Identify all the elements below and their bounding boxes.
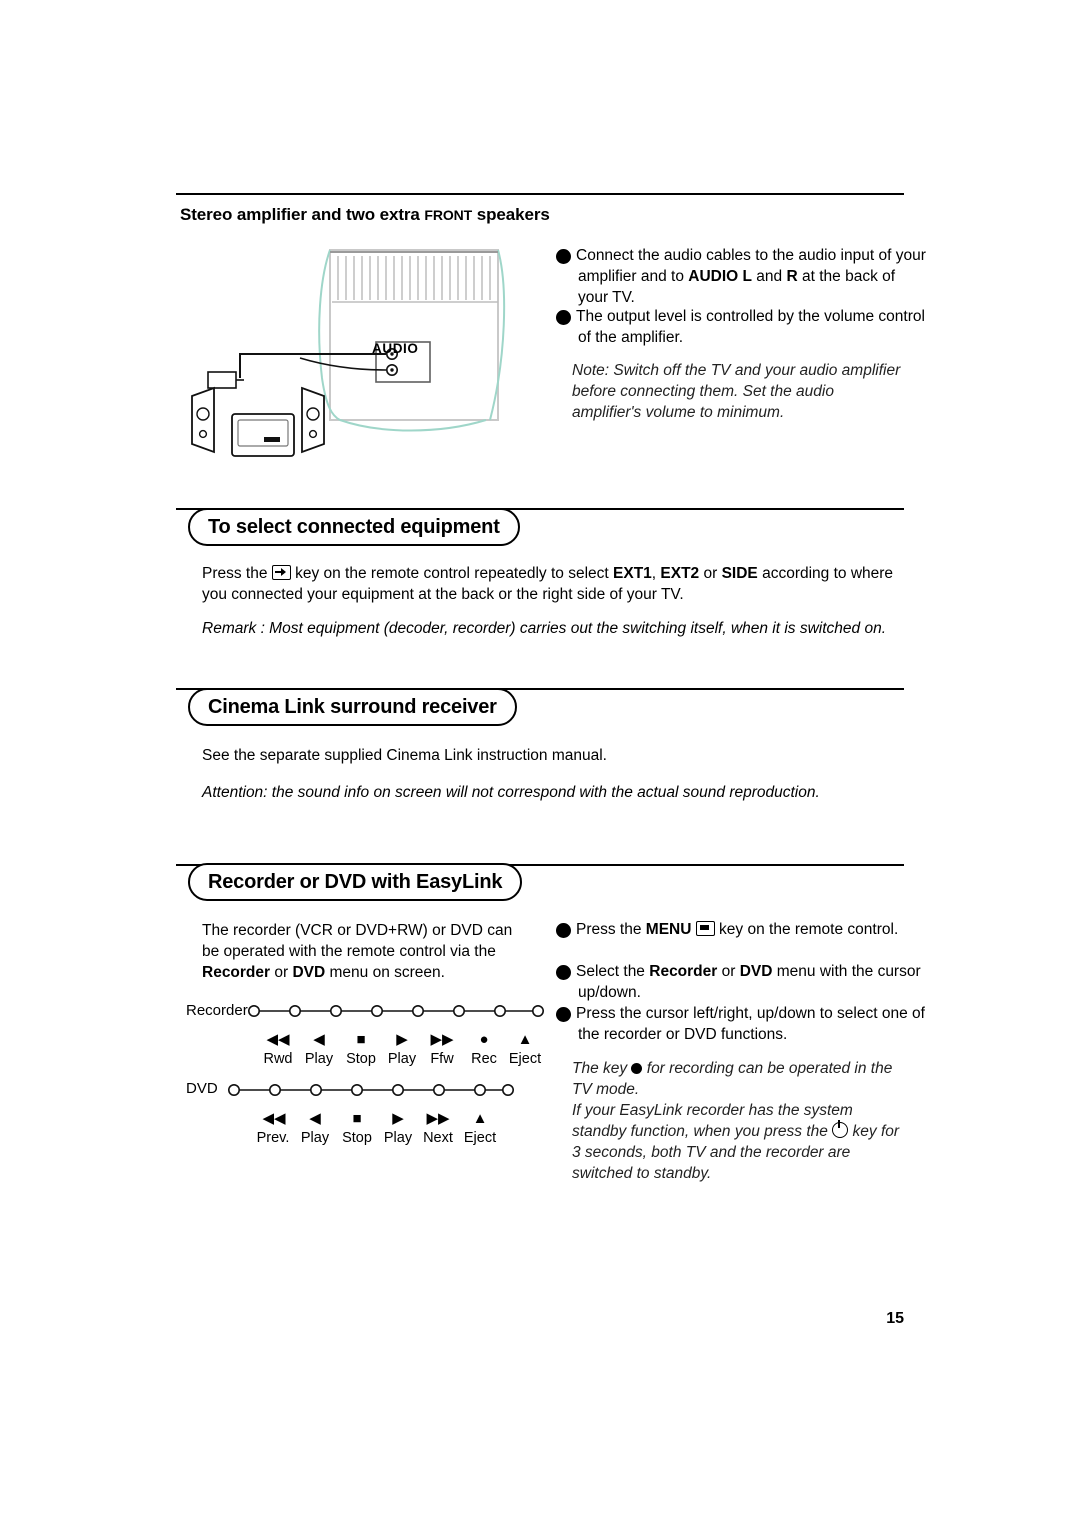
recorder-note-1: The key for recording can be operated in… bbox=[572, 1060, 893, 1098]
step-number: 1 bbox=[549, 923, 571, 938]
amplifier-step-2: 2 The output level is controlled by the v… bbox=[549, 306, 928, 348]
cinema-link-paragraph: See the separate supplied Cinema Link in… bbox=[202, 747, 607, 764]
step-text: The output level is controlled by the vo… bbox=[576, 308, 925, 346]
dvd-glyph-5: ▲ bbox=[472, 1110, 488, 1127]
menu-key-icon bbox=[695, 921, 715, 936]
audio-connector-label: AUDIO bbox=[372, 341, 419, 356]
step-number: 2 bbox=[549, 965, 571, 980]
divider-top bbox=[176, 193, 904, 195]
manual-page: Stereo amplifier and two extra FRONT spe… bbox=[0, 0, 1080, 1528]
step-number: 1 bbox=[549, 249, 571, 264]
step-text: Select the Recorder or DVD menu with the… bbox=[576, 963, 921, 1001]
dvd-label-0: Prev. bbox=[256, 1130, 290, 1146]
tv-back-audio-connection-illustration bbox=[180, 238, 510, 463]
dvd-glyph-row: ◀◀ ◀ ■ ▶ ▶▶ ▲ Prev. Play Stop Play Next … bbox=[242, 1111, 562, 1151]
recorder-step-3: 3 Press the cursor left/right, up/down to… bbox=[549, 1003, 928, 1045]
dvd-label-1: Play bbox=[300, 1130, 330, 1146]
amplifier-step-1: 1 Connect the audio cables to the audio i… bbox=[549, 245, 928, 308]
chain-label-recorder: Recorder bbox=[186, 1002, 248, 1019]
dvd-label-4: Next bbox=[423, 1130, 453, 1146]
recorder-left-paragraph: The recorder (VCR or DVD+RW) or DVD can … bbox=[202, 922, 513, 981]
recorder-label-6: Eject bbox=[508, 1051, 542, 1067]
step-text: Press the MENU key on the remote control… bbox=[576, 921, 899, 938]
recorder-step-1: 1 Press the MENU key on the remote contro… bbox=[549, 919, 928, 940]
recorder-label-4: Ffw bbox=[430, 1051, 454, 1067]
recorder-glyph-row: ◀◀ ◀ ■ ▶ ▶▶ ● ▲ Rwd Play Stop Play Ffw R… bbox=[246, 1032, 566, 1072]
select-equipment-paragraph: Press the key on the remote control repe… bbox=[202, 565, 894, 603]
standby-icon bbox=[832, 1120, 849, 1138]
amplifier-note: Note: Switch off the TV and your audio a… bbox=[572, 362, 901, 421]
heading-part-front: FRONT bbox=[424, 207, 473, 223]
recorder-transport-chain bbox=[246, 1000, 546, 1022]
dvd-glyph-1: ◀ bbox=[309, 1110, 321, 1127]
recorder-note-2: If your EasyLink recorder has the system… bbox=[572, 1102, 900, 1182]
heading-part-2: speakers bbox=[472, 205, 550, 224]
step-text: Press the cursor left/right, up/down to … bbox=[576, 1005, 925, 1043]
title-recorder-easylink: Recorder or DVD with EasyLink bbox=[188, 863, 523, 901]
recorder-step-2: 2 Select the Recorder or DVD menu with th… bbox=[549, 961, 928, 1003]
dvd-label-5: Eject bbox=[463, 1130, 497, 1146]
recorder-glyph-4: ▶▶ bbox=[430, 1031, 454, 1048]
heading-part-1: Stereo amplifier and two extra bbox=[180, 205, 425, 224]
step-text: Connect the audio cables to the audio in… bbox=[576, 247, 926, 306]
recorder-glyph-6: ▲ bbox=[517, 1031, 533, 1048]
dvd-glyph-4: ▶▶ bbox=[426, 1110, 450, 1127]
step-number: 2 bbox=[549, 310, 571, 325]
select-equipment-remark: Remark : Most equipment (decoder, record… bbox=[202, 620, 887, 637]
heading-stereo-amplifier: Stereo amplifier and two extra FRONT spe… bbox=[180, 205, 550, 225]
av-source-icon bbox=[271, 565, 291, 580]
step-number: 3 bbox=[549, 1007, 571, 1022]
record-dot-icon bbox=[631, 1063, 643, 1074]
dvd-transport-chain bbox=[226, 1079, 516, 1101]
chain-label-dvd: DVD bbox=[186, 1080, 218, 1097]
recorder-glyph-1: ◀ bbox=[313, 1031, 325, 1048]
cinema-link-attention: Attention: the sound info on screen will… bbox=[202, 784, 820, 801]
title-select-connected-equipment: To select connected equipment bbox=[188, 508, 520, 546]
recorder-label-1: Play bbox=[304, 1051, 334, 1067]
title-cinema-link: Cinema Link surround receiver bbox=[188, 688, 517, 726]
page-number: 15 bbox=[886, 1310, 904, 1327]
